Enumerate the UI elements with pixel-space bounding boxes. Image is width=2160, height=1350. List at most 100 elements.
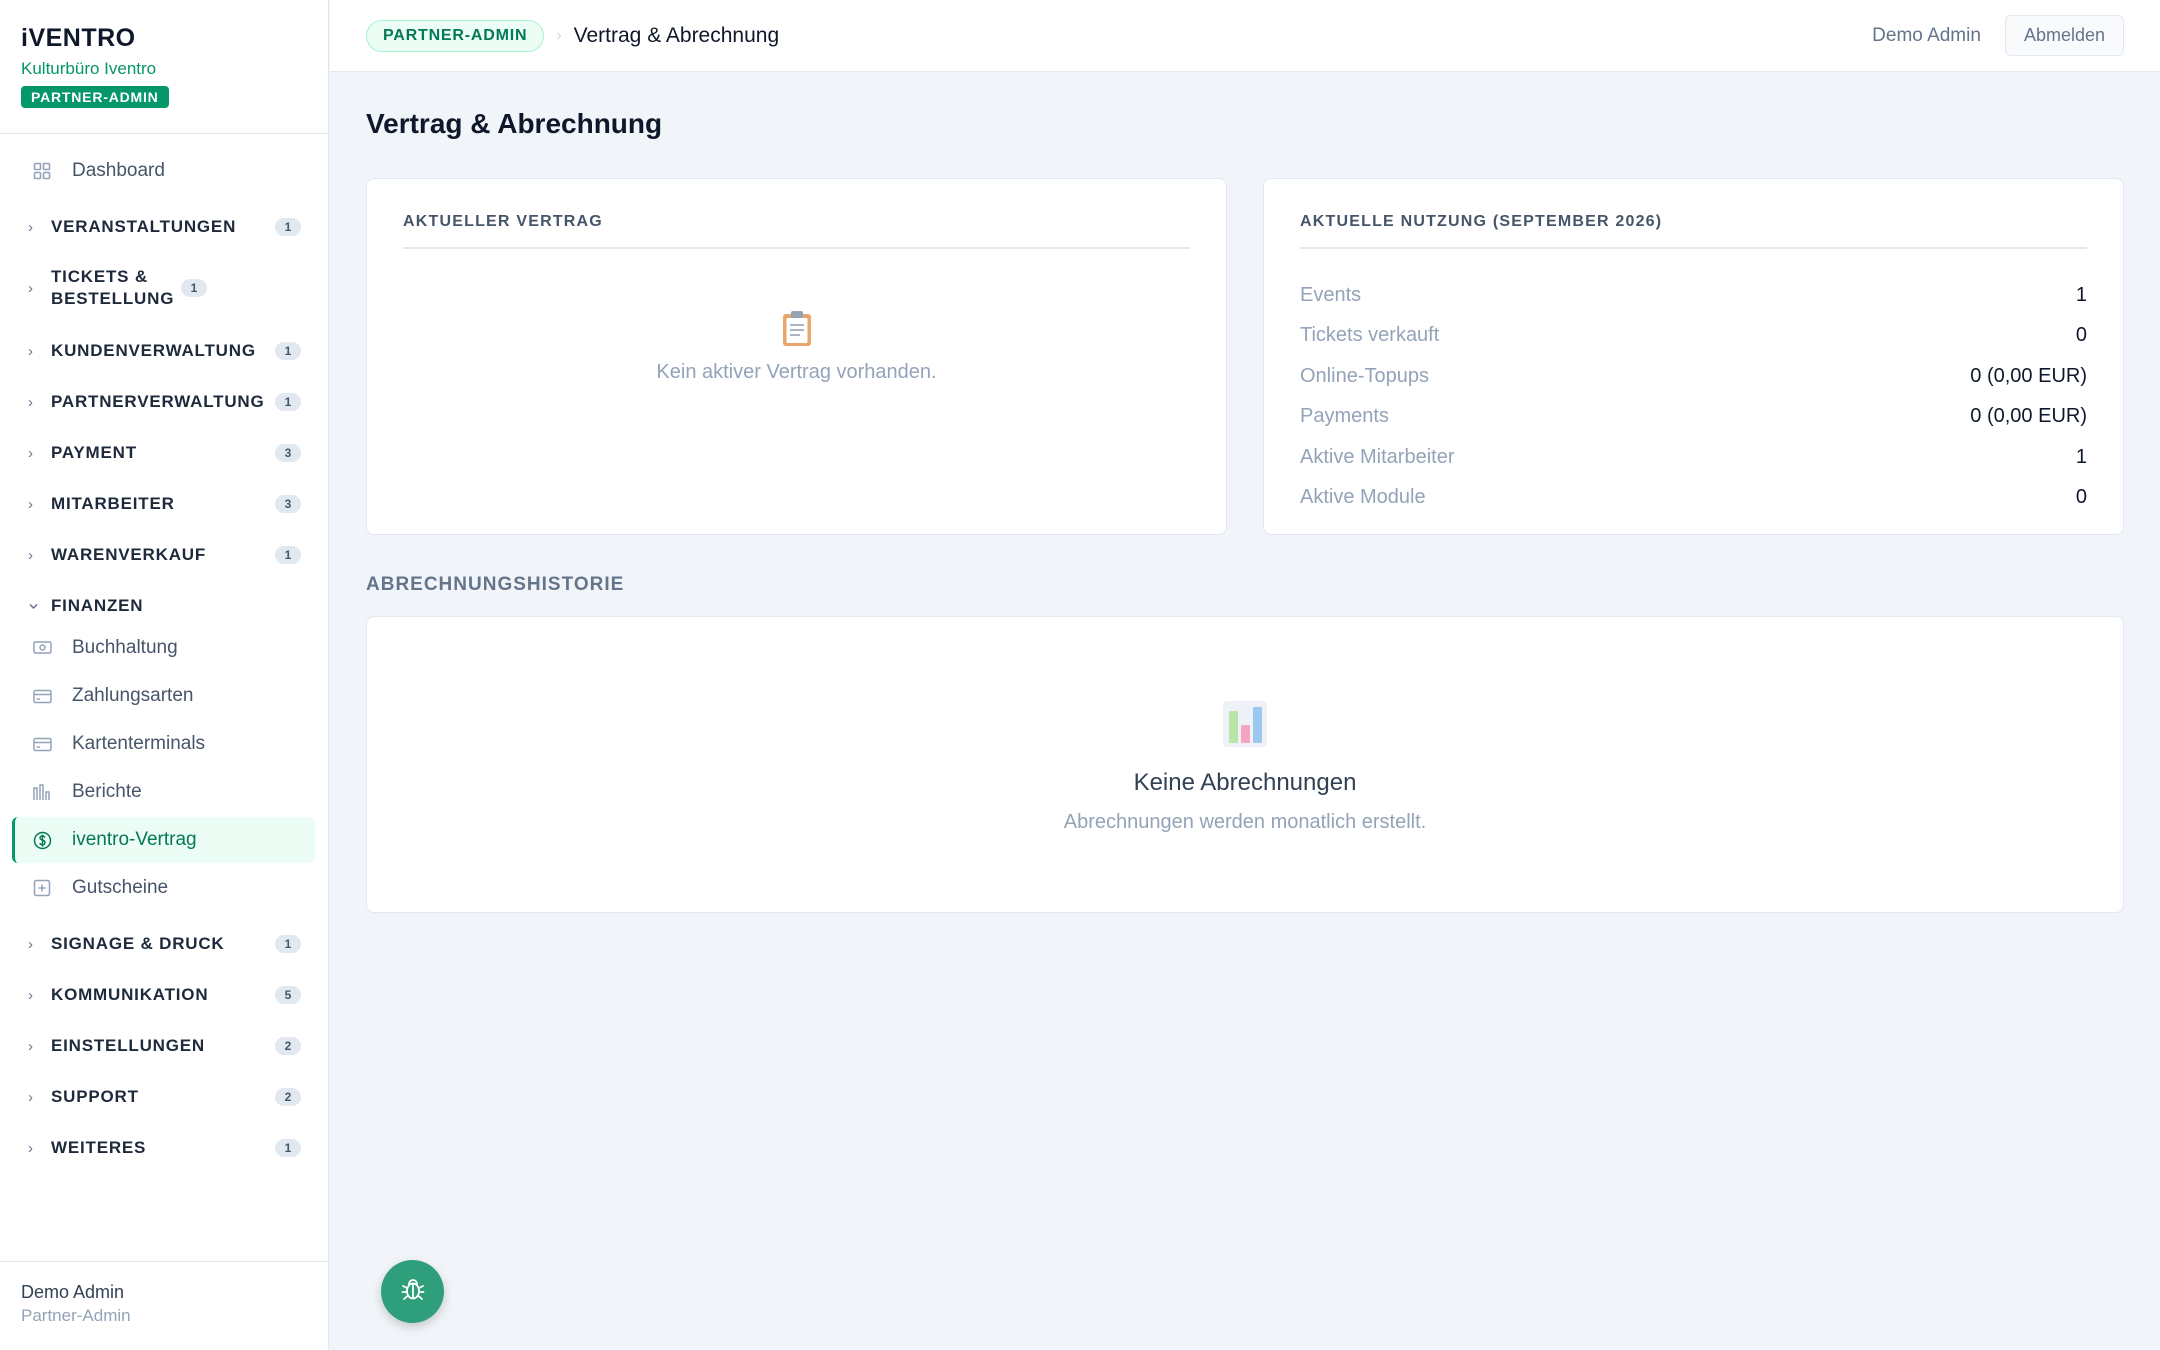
usage-label: Aktive Module xyxy=(1300,486,1426,509)
sidebar-item-zahlungsarten[interactable]: Zahlungsarten xyxy=(12,673,315,719)
count-badge: 1 xyxy=(275,218,301,236)
empty-state: Kein aktiver Vertrag vorhanden. xyxy=(403,309,1190,384)
sidebar-group-weiteres[interactable]: › WEITERES 1 xyxy=(28,1137,301,1159)
sidebar-group-label: PARTNERVERWALTUNG xyxy=(51,392,265,411)
sidebar-group-mitarbeiter[interactable]: › MITARBEITER 3 xyxy=(28,493,301,515)
usage-label: Payments xyxy=(1300,405,1389,428)
chevron-right-icon: › xyxy=(28,393,34,411)
sidebar-group-einstellungen[interactable]: › EINSTELLUNGEN 2 xyxy=(28,1035,301,1057)
count-badge: 1 xyxy=(275,342,301,360)
bug-report-button[interactable] xyxy=(381,1260,444,1323)
role-pill: PARTNER-ADMIN xyxy=(366,19,545,52)
usage-row-tickets: Tickets verkauft 0 xyxy=(1300,316,2087,357)
sidebar-item-berichte[interactable]: Berichte xyxy=(12,769,315,815)
user-role: Partner-Admin xyxy=(21,1306,131,1325)
section-title-history: ABRECHNUNGSHISTORIE xyxy=(366,574,625,595)
bug-icon xyxy=(399,1275,427,1308)
sidebar-group-finanzen[interactable]: FINANZEN xyxy=(28,595,301,617)
sidebar-item-label: Buchhaltung xyxy=(72,637,178,658)
chevron-right-icon: › xyxy=(28,495,34,513)
count-badge: 2 xyxy=(275,1037,301,1055)
chevron-right-icon: › xyxy=(28,218,34,236)
sidebar-item-kartenterminals[interactable]: Kartenterminals xyxy=(12,721,315,767)
sidebar-group-tickets[interactable]: › TICKETS & BESTELLUNG 1 xyxy=(28,266,301,310)
usage-value: 0 xyxy=(2075,486,2087,509)
empty-state-subtitle: Abrechnungen werden monatlich erstellt. xyxy=(1063,811,1427,833)
brand-logo[interactable]: iVENTRO xyxy=(21,22,307,54)
sidebar-group-signage[interactable]: › SIGNAGE & DRUCK 1 xyxy=(28,933,301,955)
breadcrumb-separator: › xyxy=(556,26,562,44)
usage-row-events: Events 1 xyxy=(1300,275,2087,316)
sidebar-item-label: Berichte xyxy=(72,781,142,802)
count-badge: 1 xyxy=(275,935,301,953)
sidebar-group-payment[interactable]: › PAYMENT 3 xyxy=(28,442,301,464)
sidebar-group-kundenverwaltung[interactable]: › KUNDENVERWALTUNG 1 xyxy=(28,340,301,362)
role-badge: PARTNER-ADMIN xyxy=(21,86,169,108)
chevron-right-icon: › xyxy=(28,342,34,360)
sidebar-item-gutscheine[interactable]: Gutscheine xyxy=(12,865,315,911)
sidebar-group-label: SUPPORT xyxy=(51,1087,139,1106)
chevron-right-icon: › xyxy=(28,444,34,462)
sidebar-group-label: FINANZEN xyxy=(51,596,144,615)
chevron-right-icon: › xyxy=(28,986,34,1004)
logout-button[interactable]: Abmelden xyxy=(2004,15,2124,56)
usage-value: 0 (0,00 EUR) xyxy=(1970,364,2087,387)
count-badge: 1 xyxy=(275,393,301,411)
chevron-down-icon xyxy=(28,601,40,612)
usage-row-payments: Payments 0 (0,00 EUR) xyxy=(1300,397,2087,438)
usage-value: 1 xyxy=(2075,283,2087,306)
sidebar-item-dashboard[interactable]: Dashboard xyxy=(12,148,315,194)
chevron-right-icon: › xyxy=(28,1037,34,1055)
count-badge: 1 xyxy=(181,279,207,297)
sidebar-group-label: WARENVERKAUF xyxy=(51,545,207,564)
breadcrumb-title: Vertrag & Abrechnung xyxy=(573,23,780,47)
sidebar-group-veranstaltungen[interactable]: › VERANSTALTUNGEN 1 xyxy=(28,216,301,238)
bar-chart-icon xyxy=(32,782,52,802)
sidebar-group-partnerverwaltung[interactable]: › PARTNERVERWALTUNG 1 xyxy=(28,391,301,413)
count-badge: 1 xyxy=(275,546,301,564)
chevron-right-icon: › xyxy=(28,546,34,564)
usage-value: 0 (0,00 EUR) xyxy=(1970,405,2087,428)
page-title: Vertrag & Abrechnung xyxy=(366,108,663,139)
usage-row-mitarbeiter: Aktive Mitarbeiter 1 xyxy=(1300,437,2087,478)
usage-label: Tickets verkauft xyxy=(1300,324,1440,347)
sidebar-group-label: WEITERES xyxy=(51,1138,147,1157)
credit-card-icon xyxy=(32,686,52,706)
count-badge: 3 xyxy=(275,495,301,513)
sidebar-group-warenverkauf[interactable]: › WARENVERKAUF 1 xyxy=(28,544,301,566)
brand-block: iVENTRO Kulturbüro Iventro PARTNER-ADMIN xyxy=(0,0,328,134)
chevron-right-icon: › xyxy=(28,1139,34,1157)
sidebar-group-label: EINSTELLUNGEN xyxy=(51,1036,205,1055)
usage-label: Aktive Mitarbeiter xyxy=(1300,445,1455,468)
current-contract-card: AKTUELLER VERTRAG Kein aktiver Vertrag v… xyxy=(366,178,1227,535)
header-user-name: Demo Admin xyxy=(1872,24,1981,46)
usage-row-topups: Online-Topups 0 (0,00 EUR) xyxy=(1300,356,2087,397)
top-header: PARTNER-ADMIN › Vertrag & Abrechnung Dem… xyxy=(330,0,2160,72)
sidebar-group-label: KOMMUNIKATION xyxy=(51,985,209,1004)
sidebar-group-label: KUNDENVERWALTUNG xyxy=(51,341,256,360)
sidebar-group-support[interactable]: › SUPPORT 2 xyxy=(28,1086,301,1108)
usage-value: 0 xyxy=(2075,324,2087,347)
gift-card-icon xyxy=(32,878,52,898)
billing-history-card: Keine Abrechnungen Abrechnungen werden m… xyxy=(366,616,2124,913)
sidebar-group-label: SIGNAGE & DRUCK xyxy=(51,934,225,953)
user-name: Demo Admin xyxy=(21,1282,125,1302)
usage-value: 1 xyxy=(2075,445,2087,468)
sidebar-item-ivento-vertrag[interactable]: iventro-Vertrag xyxy=(12,817,315,863)
dollar-circle-icon xyxy=(32,830,52,850)
sidebar-item-buchhaltung[interactable]: Buchhaltung xyxy=(12,625,315,671)
empty-state-text: Kein aktiver Vertrag vorhanden. xyxy=(656,361,937,383)
count-badge: 1 xyxy=(275,1139,301,1157)
sidebar-group-label: VERANSTALTUNGEN xyxy=(51,217,237,236)
sidebar-group-kommunikation[interactable]: › KOMMUNIKATION 5 xyxy=(28,984,301,1006)
clipboard-icon xyxy=(403,309,1190,347)
sidebar-item-label: Dashboard xyxy=(72,160,165,181)
card-title: AKTUELLE NUTZUNG (SEPTEMBER 2026) xyxy=(1300,213,2087,249)
sidebar-user-footer: Demo Admin Partner-Admin xyxy=(0,1261,328,1350)
chevron-right-icon: › xyxy=(28,279,34,297)
sidebar-group-label: MITARBEITER xyxy=(51,494,175,513)
grid-icon xyxy=(32,161,52,181)
sidebar-item-label: Gutscheine xyxy=(72,877,169,898)
usage-list: Events 1 Tickets verkauft 0 Online-Topup… xyxy=(1300,275,2087,518)
card-terminal-icon xyxy=(32,734,52,754)
